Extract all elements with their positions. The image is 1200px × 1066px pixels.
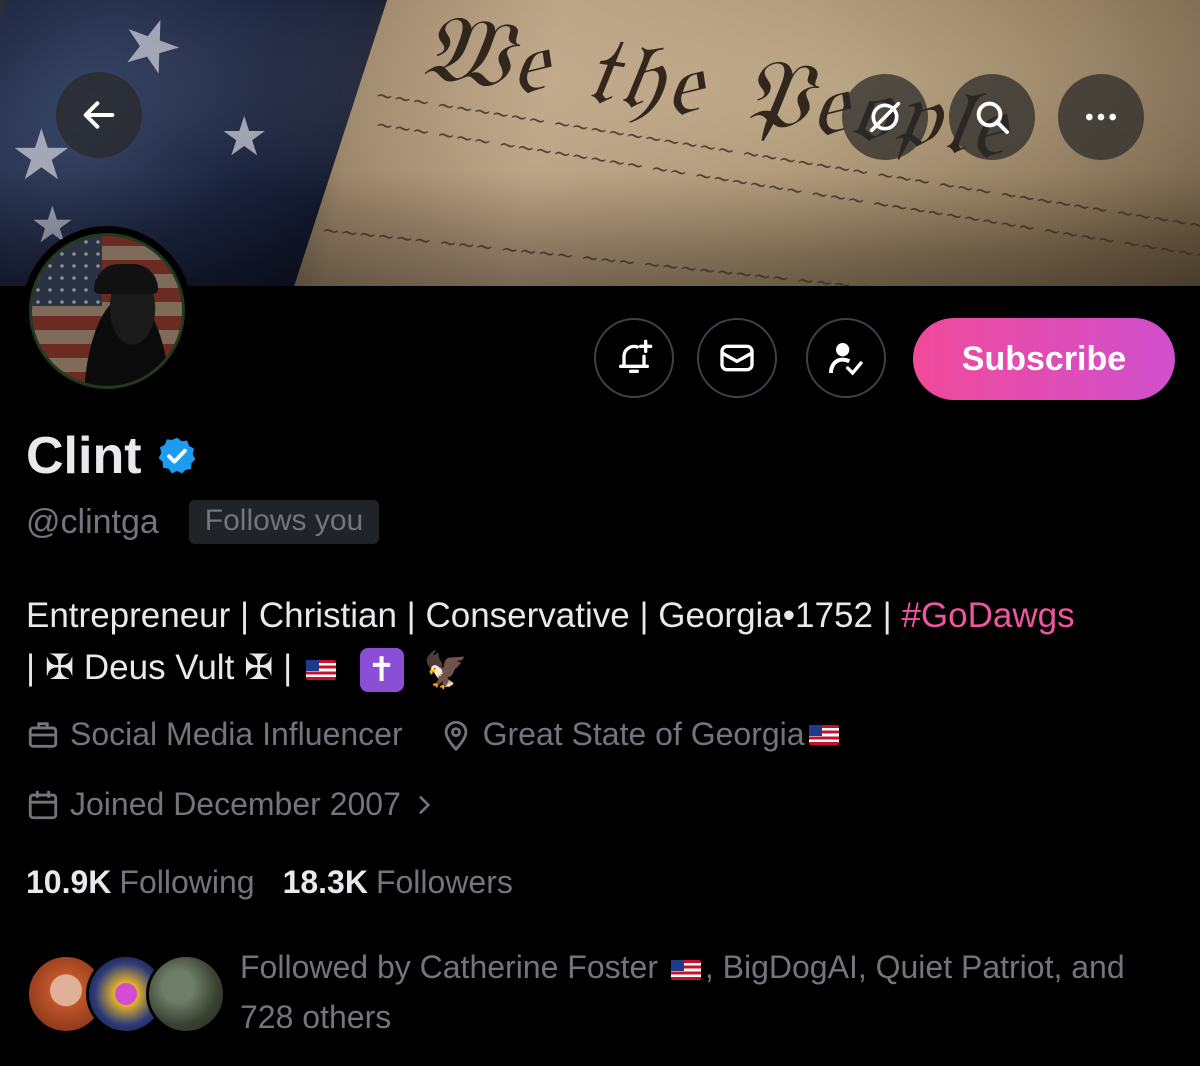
followed-by-prefix: Followed by Catherine Foster bbox=[240, 949, 658, 985]
verified-badge-icon[interactable] bbox=[156, 435, 198, 477]
profile-location: Great State of Georgia bbox=[482, 716, 805, 752]
calendar-icon bbox=[28, 790, 58, 819]
followed-by-avatars[interactable] bbox=[26, 954, 226, 1034]
joined-row[interactable]: Joined December 2007 bbox=[26, 786, 447, 823]
follows-you-badge: Follows you bbox=[188, 500, 380, 544]
person-check-icon bbox=[829, 343, 863, 376]
more-button[interactable] bbox=[1058, 74, 1144, 160]
followed-by-text[interactable]: Followed by Catherine Foster , BigDogAI,… bbox=[240, 942, 1180, 1042]
following-button[interactable] bbox=[806, 318, 886, 398]
location-pin-icon bbox=[444, 720, 467, 751]
bell-plus-icon bbox=[619, 339, 653, 373]
bio-text: Entrepreneur | Christian | Conservative … bbox=[26, 596, 902, 635]
handle-row: @clintga Follows you bbox=[26, 500, 380, 544]
profile-bio: Entrepreneur | Christian | Conservative … bbox=[26, 590, 1196, 696]
followers-count[interactable]: 18.3K bbox=[283, 864, 368, 901]
profile-name-row: Clint bbox=[26, 426, 198, 486]
us-flag-icon bbox=[808, 724, 839, 745]
follow-stats: 10.9K Following 18.3K Followers bbox=[26, 864, 541, 901]
profile-banner[interactable]: ★ ★ ★ ★ 𝔚𝔢 𝔱𝔥𝔢 𝔓𝔢𝔬𝔭𝔩𝔢 ~~~ ~~~~~~ ~~~~~~~… bbox=[0, 0, 1200, 286]
profile-joined: Joined December 2007 bbox=[70, 786, 401, 822]
message-button[interactable] bbox=[697, 318, 777, 398]
profile-avatar[interactable] bbox=[22, 226, 192, 396]
bio-hashtag[interactable]: #GoDawgs bbox=[901, 596, 1074, 635]
location-item: Great State of Georgia bbox=[439, 716, 843, 753]
profile-handle: @clintga bbox=[26, 502, 159, 541]
briefcase-icon bbox=[28, 721, 58, 748]
chevron-right-icon bbox=[419, 795, 431, 814]
cross-icon: ✝ bbox=[359, 647, 404, 692]
back-arrow-icon bbox=[83, 101, 115, 129]
display-name: Clint bbox=[26, 427, 142, 485]
category-item: Social Media Influencer bbox=[26, 716, 403, 753]
search-button[interactable] bbox=[949, 74, 1035, 160]
notify-button[interactable] bbox=[594, 318, 674, 398]
grok-icon bbox=[869, 101, 901, 133]
following-label[interactable]: Following bbox=[119, 864, 254, 901]
grok-button[interactable] bbox=[842, 74, 928, 160]
avatar bbox=[146, 954, 226, 1034]
following-count[interactable]: 10.9K bbox=[26, 864, 111, 901]
search-icon bbox=[976, 101, 1009, 134]
avatar-image bbox=[29, 233, 185, 389]
eagle-icon: 🦅 bbox=[423, 648, 469, 690]
followers-label[interactable]: Followers bbox=[376, 864, 513, 901]
bio-line-2: | ✠ Deus Vult ✠ | bbox=[26, 648, 302, 687]
subscribe-button[interactable]: Subscribe bbox=[913, 318, 1175, 400]
envelope-icon bbox=[720, 344, 754, 372]
us-flag-icon bbox=[305, 659, 336, 680]
us-flag-icon bbox=[670, 959, 701, 980]
profile-category: Social Media Influencer bbox=[70, 716, 403, 752]
back-button[interactable] bbox=[56, 72, 142, 158]
more-icon bbox=[1086, 113, 1116, 121]
profile-meta-row: Social Media Influencer Great State of G… bbox=[26, 716, 879, 753]
